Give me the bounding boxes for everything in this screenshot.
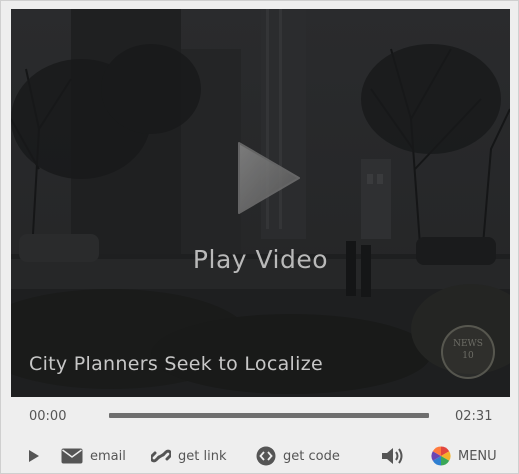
email-button[interactable]: email: [61, 439, 126, 473]
video-player: Play Video City Planners Seek to Localiz…: [0, 0, 519, 474]
get-code-button[interactable]: get code: [256, 439, 340, 473]
volume-icon: [382, 448, 403, 464]
player-toolbar: email get link get code MENU: [1, 439, 519, 473]
get-link-button[interactable]: get link: [151, 439, 226, 473]
current-time: 00:00: [29, 409, 67, 424]
get-link-label: get link: [178, 448, 227, 464]
video-area[interactable]: Play Video City Planners Seek to Localiz…: [11, 9, 510, 397]
play-icon: [29, 450, 39, 462]
video-title: City Planners Seek to Localize: [29, 353, 323, 375]
link-icon: [151, 449, 171, 463]
play-icon: [238, 142, 300, 214]
menu-button[interactable]: MENU: [431, 439, 497, 473]
menu-label: MENU: [458, 448, 497, 464]
get-code-label: get code: [283, 448, 340, 464]
total-time: 02:31: [455, 409, 493, 424]
play-button[interactable]: [28, 439, 40, 473]
volume-button[interactable]: [381, 439, 405, 473]
menu-icon: [431, 446, 451, 466]
email-icon: [61, 448, 83, 464]
code-icon: [256, 446, 276, 466]
progress-row: 00:00 02:31: [1, 399, 519, 435]
channel-logo: NEWS 10: [441, 325, 495, 379]
email-label: email: [90, 448, 126, 464]
play-video-label[interactable]: Play Video: [11, 245, 510, 274]
play-overlay-button[interactable]: [233, 137, 305, 219]
progress-bar[interactable]: [109, 413, 429, 418]
